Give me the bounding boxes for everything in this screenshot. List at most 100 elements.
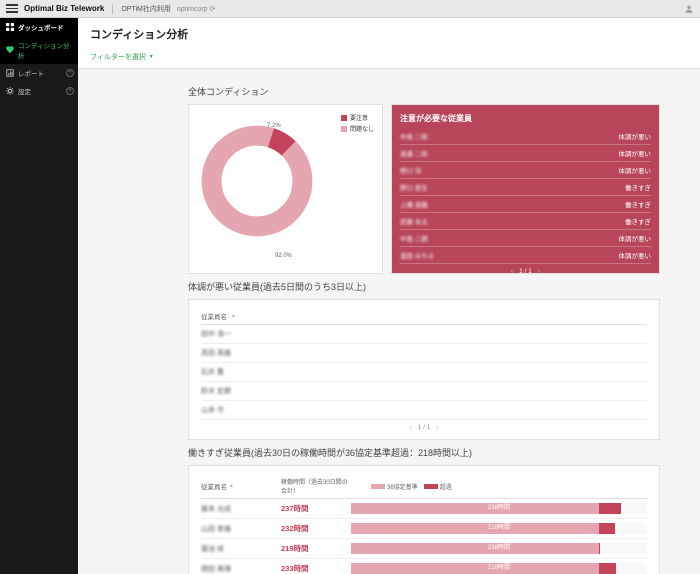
legend-swatch bbox=[341, 126, 347, 132]
table-row[interactable]: 田中 浩一 bbox=[201, 325, 647, 344]
section-bad-title: 体調が悪い従業員(過去5日間のうち3日以上) bbox=[188, 280, 660, 293]
legend-label: 36協定基準 bbox=[387, 482, 418, 491]
alert-status: 体調が悪い bbox=[619, 131, 652, 141]
topbar: Optimal Biz Telework OPTiM社内利用 optimcorp… bbox=[0, 0, 700, 18]
alert-card: 注意が必要な従業員 中島 二郎体調が悪い渡邉 二郎体調が悪い野口 洋体調が悪い野… bbox=[391, 104, 660, 274]
bar-label: 218時間 bbox=[351, 563, 647, 574]
employee-name: 野口 洋 bbox=[400, 165, 421, 175]
user-icon[interactable] bbox=[684, 4, 694, 14]
heart-icon bbox=[6, 46, 14, 54]
table-header-hours: 稼働時間（過去30日間の合計） bbox=[281, 477, 351, 495]
alert-row[interactable]: 中島 二郎 体調が悪い bbox=[400, 128, 651, 145]
section-over-title: 働きすぎ従業員(過去30日の稼働時間が36協定基準超過：218時間以上) bbox=[188, 446, 660, 459]
sidebar-item-condition[interactable]: コンディション分析 bbox=[0, 36, 78, 64]
employee-name: 渡邉 二郎 bbox=[400, 148, 428, 158]
employee-name: 藤本 光成 bbox=[201, 504, 231, 514]
donut-label-bottom: 92.0% bbox=[275, 253, 292, 259]
hours-bar: 218時間 bbox=[351, 523, 647, 534]
employee-name: 菊池 修 bbox=[201, 544, 224, 554]
bar-legend: 36協定基準 超過 bbox=[371, 482, 452, 491]
sidebar-label: レポート bbox=[18, 68, 44, 78]
employee-name: 武藤 圭太 bbox=[400, 216, 428, 226]
hours-bar: 218時間 bbox=[351, 543, 647, 554]
employee-name: 鈴木 史朗 bbox=[201, 386, 231, 396]
table-row[interactable]: 菊池 修 219時間218時間 bbox=[201, 539, 647, 559]
report-icon bbox=[6, 69, 14, 77]
hours-value: 219時間 bbox=[281, 543, 351, 554]
alert-row[interactable]: 野口 恵生働きすぎ bbox=[400, 179, 651, 196]
legend-swatch bbox=[424, 484, 438, 489]
sidebar-item-dashboard[interactable]: ダッシュボード bbox=[0, 18, 78, 36]
hours-bar: 218時間 bbox=[351, 563, 647, 574]
alert-status: 働きすぎ bbox=[625, 216, 651, 226]
legend-label: 問題なし bbox=[350, 124, 374, 133]
tenant-name: OPTiM社内利用 bbox=[112, 4, 171, 14]
pager-prev[interactable]: ‹ bbox=[511, 268, 513, 275]
table-row[interactable]: 藤本 光成237時間218時間 bbox=[201, 499, 647, 519]
menu-icon[interactable] bbox=[6, 3, 18, 15]
donut-legend: 要注意 問題なし bbox=[341, 113, 374, 135]
page-title: コンディション分析 bbox=[90, 26, 688, 42]
table-row[interactable]: 高田 英雄 bbox=[201, 344, 647, 363]
bar-label: 218時間 bbox=[351, 543, 647, 554]
alert-row[interactable]: 武藤 圭太 働きすぎ bbox=[400, 213, 651, 230]
legend-label: 要注意 bbox=[350, 113, 368, 122]
employee-name: 上橋 達義 bbox=[400, 199, 428, 209]
alert-row[interactable]: 渡部 みちる 体調が悪い bbox=[400, 247, 651, 264]
sidebar-label: コンディション分析 bbox=[18, 40, 72, 60]
expand-icon[interactable]: + bbox=[66, 69, 74, 77]
alert-row[interactable]: 上橋 達義 働きすぎ bbox=[400, 196, 651, 213]
section-overall-title: 全体コンディション bbox=[188, 85, 660, 98]
pager-prev[interactable]: ‹ bbox=[410, 424, 412, 431]
legend-label: 超過 bbox=[440, 482, 452, 491]
alert-row[interactable]: 中島 二朗体調が悪い bbox=[400, 230, 651, 247]
bar-label: 218時間 bbox=[351, 523, 647, 534]
brand: Optimal Biz Telework bbox=[24, 4, 104, 13]
filter-select[interactable]: フィルターを選択 bbox=[90, 52, 154, 62]
legend-swatch bbox=[371, 484, 385, 489]
table-row[interactable]: 山本 守 bbox=[201, 401, 647, 420]
sidebar-item-settings[interactable]: 設定 + bbox=[0, 82, 78, 100]
alert-row[interactable]: 野口 洋体調が悪い bbox=[400, 162, 651, 179]
table-row[interactable]: 山田 孝雄232時間218時間 bbox=[201, 519, 647, 539]
pager-next[interactable]: › bbox=[436, 424, 438, 431]
pager-next[interactable]: › bbox=[538, 268, 540, 275]
table-header-name[interactable]: 従業員名 bbox=[201, 481, 281, 491]
sidebar: ダッシュボード コンディション分析 レポート + 設定 + bbox=[0, 18, 78, 574]
sidebar-label: ダッシュボード bbox=[18, 22, 64, 32]
table-row[interactable]: 石井 薫 bbox=[201, 363, 647, 382]
sidebar-item-report[interactable]: レポート + bbox=[0, 64, 78, 82]
main-content: コンディション分析 フィルターを選択 全体コンディション 要注意 問題なし 7.… bbox=[78, 18, 700, 574]
table-row[interactable]: 鈴木 史朗 bbox=[201, 382, 647, 401]
bar-label: 218時間 bbox=[351, 503, 647, 514]
table-row[interactable]: 岡田 真理 233時間218時間 bbox=[201, 559, 647, 574]
table-header-name[interactable]: 従業員名 bbox=[201, 308, 647, 325]
donut-chart bbox=[197, 121, 317, 241]
expand-icon[interactable]: + bbox=[66, 87, 74, 95]
alert-status: 体調が悪い bbox=[619, 148, 652, 158]
employee-name: 岡田 真理 bbox=[201, 564, 231, 574]
hours-value: 233時間 bbox=[281, 563, 351, 574]
donut-card: 要注意 問題なし 7.2% 92.0% bbox=[188, 104, 383, 274]
legend-swatch bbox=[341, 115, 347, 121]
pager-text: 1 / 1 bbox=[418, 424, 431, 431]
alert-row[interactable]: 渡邉 二郎 体調が悪い bbox=[400, 145, 651, 162]
hours-bar: 218時間 bbox=[351, 503, 647, 514]
employee-name: 中島 二郎 bbox=[400, 131, 428, 141]
employee-name: 田中 浩一 bbox=[201, 329, 231, 339]
donut-label-top: 7.2% bbox=[267, 123, 281, 129]
alert-title: 注意が必要な従業員 bbox=[400, 113, 651, 124]
gear-icon bbox=[6, 87, 14, 95]
alert-pager: ‹ 1 / 1 › bbox=[400, 264, 651, 275]
hours-value: 232時間 bbox=[281, 523, 351, 534]
over-card: 従業員名 稼働時間（過去30日間の合計） 36協定基準 超過 藤本 光成237時… bbox=[188, 465, 660, 574]
employee-name: 野口 恵生 bbox=[400, 182, 428, 192]
employee-name: 石井 薫 bbox=[201, 367, 224, 377]
bad-list-card: 従業員名 田中 浩一高田 英雄石井 薫鈴木 史朗山本 守 ‹ 1 / 1 › bbox=[188, 299, 660, 440]
employee-name: 山本 守 bbox=[201, 405, 224, 415]
dashboard-icon bbox=[6, 23, 14, 31]
employee-name: 高田 英雄 bbox=[201, 348, 231, 358]
alert-status: 働きすぎ bbox=[625, 199, 651, 209]
employee-name: 渡部 みちる bbox=[400, 250, 434, 260]
alert-status: 体調が悪い bbox=[619, 250, 652, 260]
